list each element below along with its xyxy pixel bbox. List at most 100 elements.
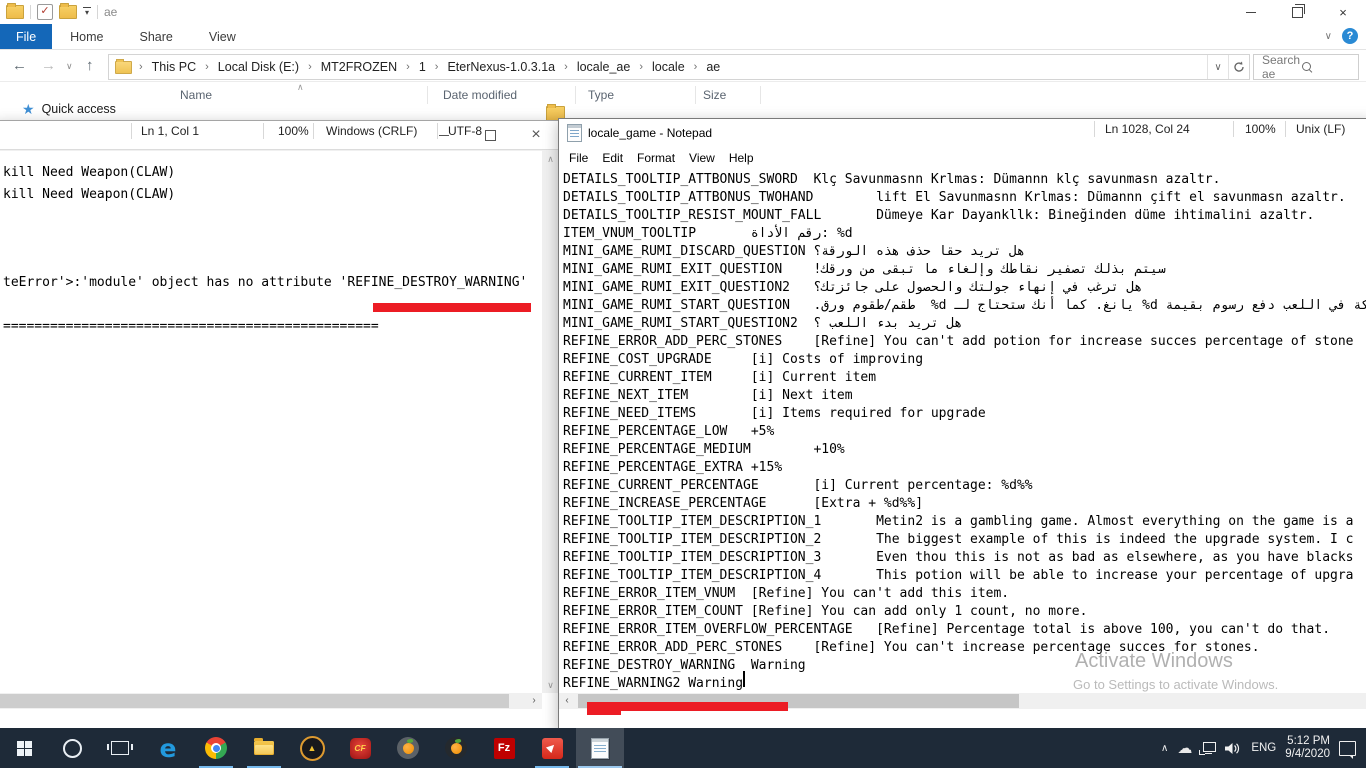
taskbar-item-notepad[interactable] bbox=[576, 728, 624, 768]
system-tray: ∧ ☁ ENG 5:12 PM 9/4/2020 bbox=[1161, 728, 1366, 768]
taskbar-item-edge[interactable]: e bbox=[144, 728, 192, 768]
activate-windows-watermark: Activate Windows bbox=[1075, 650, 1233, 673]
windows-logo-icon bbox=[17, 741, 32, 756]
help-icon[interactable]: ? bbox=[1342, 28, 1358, 44]
forward-button[interactable]: → bbox=[41, 57, 56, 74]
scroll-up-icon[interactable]: ∧ bbox=[542, 151, 559, 167]
text-line: REFINE_TOOLTIP_ITEM_DESCRIPTION_1 Metin2… bbox=[563, 513, 1366, 531]
horizontal-scrollbar[interactable]: › bbox=[0, 693, 542, 709]
taskbar-item-daemon-tools[interactable]: ▲ bbox=[288, 728, 336, 768]
text-line: ========================================… bbox=[3, 316, 542, 338]
properties-button[interactable]: ✓ bbox=[37, 4, 53, 20]
search-input[interactable]: Search ae bbox=[1253, 54, 1359, 80]
window-title: locale_game - Notepad bbox=[588, 126, 712, 140]
menu-item[interactable]: Format bbox=[630, 151, 682, 165]
close-button[interactable]: × bbox=[513, 121, 559, 149]
minimize-button[interactable] bbox=[1228, 0, 1274, 24]
show-hidden-icons-chevron[interactable]: ∧ bbox=[1161, 743, 1168, 754]
breadcrumb-item[interactable]: locale_ae› bbox=[573, 60, 648, 74]
breadcrumb-separator: › bbox=[134, 61, 148, 73]
encoding: UTF-8 bbox=[448, 124, 482, 138]
clock[interactable]: 5:12 PM 9/4/2020 bbox=[1285, 735, 1330, 761]
language-indicator[interactable]: ENG bbox=[1251, 742, 1276, 754]
text-line: DETAILS_TOOLTIP_ATTBONUS_SWORD Klç Savun… bbox=[563, 171, 1366, 189]
column-header-size[interactable]: Size bbox=[703, 88, 726, 102]
text-line: REFINE_TOOLTIP_ITEM_DESCRIPTION_2 The bi… bbox=[563, 531, 1366, 549]
text-cursor bbox=[743, 671, 745, 687]
text-line: REFINE_ERROR_ITEM_OVERFLOW_PERCENTAGE [R… bbox=[563, 621, 1366, 639]
red-highlight-annotation bbox=[587, 709, 621, 715]
breadcrumb-item[interactable]: This PC› bbox=[148, 60, 214, 74]
notepad-left-text-area[interactable]: kill Need Weapon(CLAW)kill Need Weapon(C… bbox=[0, 151, 542, 693]
taskbar-item-fl-studio[interactable] bbox=[384, 728, 432, 768]
vertical-scrollbar[interactable]: ∧ ∨ bbox=[542, 151, 559, 693]
column-divider[interactable] bbox=[575, 86, 576, 104]
recent-locations-dropdown-icon[interactable]: ∨ bbox=[66, 61, 73, 72]
column-header-name[interactable]: Name bbox=[180, 88, 212, 102]
column-header-type[interactable]: Type bbox=[588, 88, 614, 102]
restore-button[interactable] bbox=[1274, 0, 1320, 24]
tab-view[interactable]: View bbox=[191, 24, 254, 49]
address-bar[interactable]: › This PC›Local Disk (E:)›MT2FROZEN›1›Et… bbox=[108, 54, 1250, 80]
menu-item[interactable]: Edit bbox=[595, 151, 630, 165]
collapse-ribbon-icon[interactable]: ∨ bbox=[1325, 31, 1332, 42]
menu-item[interactable]: File bbox=[562, 151, 595, 165]
notepad-right-text-area[interactable]: DETAILS_TOOLTIP_ATTBONUS_SWORD Klç Savun… bbox=[559, 168, 1366, 693]
red-editor-icon: ▶ bbox=[542, 738, 563, 759]
customize-toolbar-dropdown[interactable]: ▾ bbox=[83, 7, 91, 18]
menu-item[interactable]: View bbox=[682, 151, 722, 165]
breadcrumb-item[interactable]: 1› bbox=[415, 60, 444, 74]
sort-ascending-icon: ∧ bbox=[297, 82, 304, 93]
text-line bbox=[3, 250, 542, 272]
tab-share[interactable]: Share bbox=[122, 24, 191, 49]
onedrive-cloud-icon[interactable]: ☁ bbox=[1177, 739, 1192, 757]
file-explorer-icon bbox=[254, 741, 274, 755]
start-button[interactable] bbox=[0, 728, 48, 768]
new-folder-button[interactable] bbox=[59, 5, 77, 19]
network-icon[interactable] bbox=[1201, 742, 1216, 754]
taskbar-item-filezilla[interactable]: Fz bbox=[480, 728, 528, 768]
breadcrumb-item[interactable]: EterNexus-1.0.3.1a› bbox=[443, 60, 572, 74]
taskbar-item-chrome[interactable] bbox=[192, 728, 240, 768]
refresh-icon[interactable] bbox=[1228, 55, 1249, 79]
sidebar-item-quick-access[interactable]: ★ Quick access bbox=[22, 102, 116, 116]
notepad-icon bbox=[591, 738, 609, 759]
text-line: MINI_GAME_RUMI_EXIT_QUESTION !سيتم بذلك … bbox=[563, 261, 1366, 279]
speaker-icon[interactable] bbox=[1225, 742, 1242, 755]
scroll-left-icon[interactable]: ‹ bbox=[559, 693, 575, 709]
taskbar-item-file-explorer[interactable] bbox=[240, 728, 288, 768]
tab-home[interactable]: Home bbox=[52, 24, 121, 49]
text-line: REFINE_PERCENTAGE_MEDIUM +10% bbox=[563, 441, 1366, 459]
breadcrumb-item[interactable]: MT2FROZEN› bbox=[317, 60, 415, 74]
text-line: REFINE_ERROR_ITEM_VNUM [Refine] You can'… bbox=[563, 585, 1366, 603]
divider bbox=[30, 5, 31, 19]
taskbar-item-red-editor[interactable]: ▶ bbox=[528, 728, 576, 768]
text-line: kill Need Weapon(CLAW) bbox=[3, 184, 542, 206]
action-center-icon[interactable] bbox=[1339, 741, 1356, 756]
taskbar-item-cortana[interactable] bbox=[48, 728, 96, 768]
text-line: REFINE_ERROR_ADD_PERC_STONES [Refine] Yo… bbox=[563, 333, 1366, 351]
breadcrumb-item[interactable]: ae› bbox=[702, 60, 724, 74]
taskbar-item-fl-studio-2[interactable] bbox=[432, 728, 480, 768]
taskbar-item-crossfire[interactable]: CF bbox=[336, 728, 384, 768]
column-divider[interactable] bbox=[427, 86, 428, 104]
column-header-date-modified[interactable]: Date modified bbox=[443, 88, 517, 102]
breadcrumb-item[interactable]: locale› bbox=[648, 60, 702, 74]
back-button[interactable]: ← bbox=[12, 57, 27, 74]
text-line: MINI_GAME_RUMI_START_QUESTION .طقم/طقوم … bbox=[563, 297, 1366, 315]
scrollbar-thumb[interactable] bbox=[0, 694, 509, 708]
task-view-button[interactable] bbox=[96, 728, 144, 768]
breadcrumb-item[interactable]: Local Disk (E:)› bbox=[214, 60, 317, 74]
up-button[interactable]: ↑ bbox=[86, 57, 94, 74]
cursor-position: Ln 1028, Col 24 bbox=[1105, 122, 1190, 136]
menu-item[interactable]: Help bbox=[722, 151, 761, 165]
tab-file[interactable]: File bbox=[0, 24, 52, 49]
window-title: ae bbox=[104, 5, 117, 19]
scroll-right-icon[interactable]: › bbox=[526, 693, 542, 709]
close-button[interactable]: × bbox=[1320, 0, 1366, 24]
scroll-down-icon[interactable]: ∨ bbox=[542, 677, 559, 693]
column-divider[interactable] bbox=[695, 86, 696, 104]
breadcrumb-separator: › bbox=[559, 61, 573, 73]
address-dropdown-icon[interactable]: ∨ bbox=[1207, 55, 1228, 79]
column-divider[interactable] bbox=[760, 86, 761, 104]
